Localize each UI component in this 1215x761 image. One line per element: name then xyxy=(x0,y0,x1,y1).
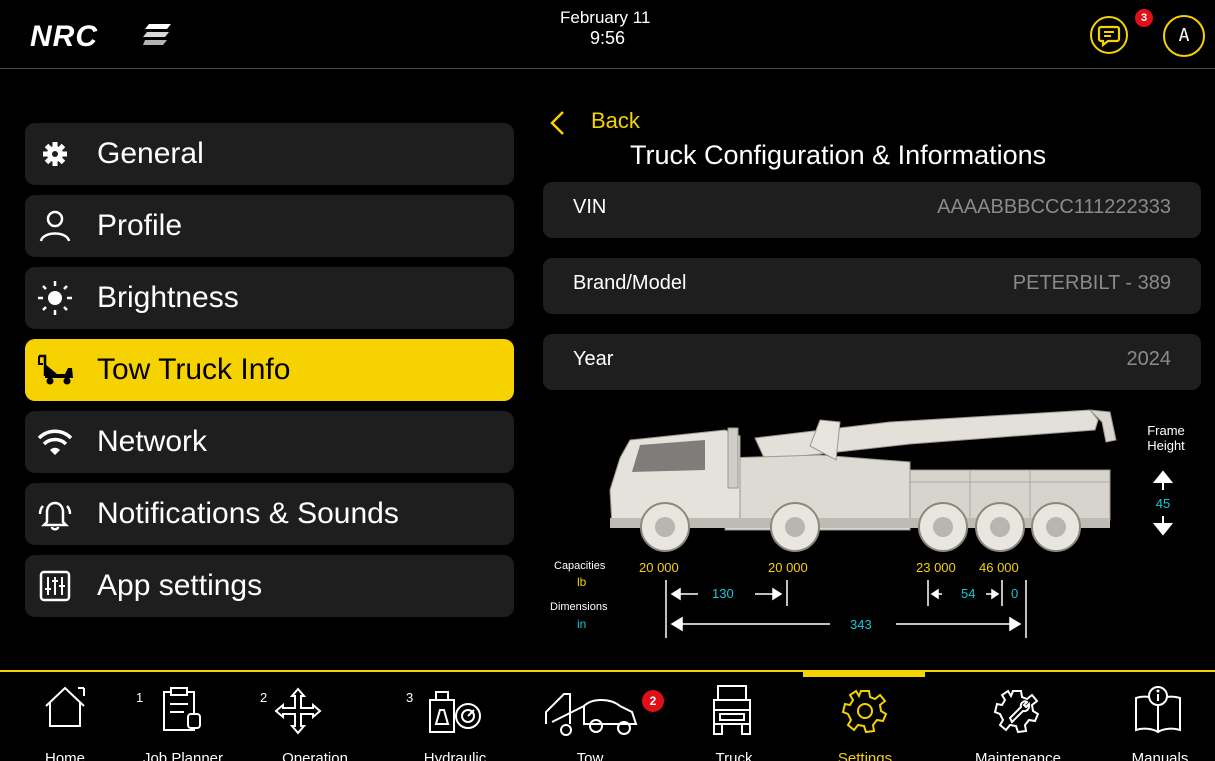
capacity-total: 46 000 xyxy=(979,560,1019,575)
year-field[interactable]: Year 2024 xyxy=(543,334,1201,390)
date-text: February 11 xyxy=(560,8,651,27)
menu-item-tow-truck-info[interactable]: Tow Truck Info xyxy=(25,339,514,401)
frame-height-value: 45 xyxy=(1155,496,1171,511)
sliders-icon xyxy=(39,570,71,602)
tow-truck-icon xyxy=(38,354,73,385)
nav-label: Tow xyxy=(576,750,604,761)
menu-item-label: Network xyxy=(97,425,208,458)
wifi-icon xyxy=(37,429,73,455)
nav-label: Operation xyxy=(282,750,348,761)
nav-hydraulic[interactable]: 3 Hydraulic xyxy=(400,672,510,761)
field-key: Brand/Model xyxy=(573,272,687,295)
nav-label: Settings xyxy=(837,750,893,761)
nav-operation[interactable]: 2 Operation xyxy=(255,672,375,761)
clock: February 11 9:56 xyxy=(560,8,670,48)
chevron-left-icon xyxy=(550,111,564,135)
logo-mark-icon xyxy=(143,24,171,45)
nav-label: Truck xyxy=(715,750,753,761)
messages-button[interactable] xyxy=(1090,16,1128,54)
capacity-front: 20 000 xyxy=(639,560,679,575)
manual-book-icon xyxy=(1135,686,1181,734)
nav-label: Hydraulic xyxy=(423,750,487,761)
chat-icon xyxy=(1097,25,1121,48)
messages-badge: 3 xyxy=(1135,9,1153,27)
nav-number: 1 xyxy=(136,690,144,705)
page-title: Truck Configuration & Informations xyxy=(630,140,1047,170)
menu-item-label: Notifications & Sounds xyxy=(97,497,399,530)
dimension-total: 343 xyxy=(850,617,872,632)
truck-icon xyxy=(713,685,751,735)
menu-item-label: App settings xyxy=(97,569,263,602)
nav-truck[interactable]: Truck xyxy=(694,672,774,761)
brand-model-field[interactable]: Brand/Model PETERBILT - 389 xyxy=(543,258,1201,314)
field-key: VIN xyxy=(573,196,607,219)
nav-label: Manuals xyxy=(1131,750,1189,761)
settings-gear-icon xyxy=(841,689,888,734)
time-text: 9:56 xyxy=(590,28,626,48)
nav-tow[interactable]: Tow xyxy=(540,672,640,761)
sun-icon xyxy=(38,281,72,315)
nav-label: Maintenance xyxy=(975,750,1061,761)
tow-badge: 2 xyxy=(642,690,664,712)
menu-item-network[interactable]: Network xyxy=(25,411,514,473)
move-arrows-icon xyxy=(274,687,322,735)
field-value: 2024 xyxy=(1126,348,1172,371)
user-icon xyxy=(39,210,71,242)
top-bar: NRC February 11 9:56 3 A xyxy=(0,0,1215,69)
tow-car-icon xyxy=(545,693,638,736)
dimension-wheelbase: 130 xyxy=(712,586,734,601)
maintenance-gear-icon xyxy=(993,689,1040,734)
gear-icon xyxy=(43,142,67,166)
capacity-rear: 20 000 xyxy=(768,560,808,575)
capacity-tag: 23 000 xyxy=(916,560,956,575)
bottom-nav: Home 1 Job Planner 2 Operation 3 Hydraul… xyxy=(0,670,1215,761)
nav-manuals[interactable]: Manuals xyxy=(1120,672,1200,761)
hydraulic-gauge-icon xyxy=(429,691,481,733)
field-key: Year xyxy=(573,348,614,371)
menu-item-profile[interactable]: Profile xyxy=(25,195,514,257)
capacities-unit: lb xyxy=(577,575,587,589)
bell-icon xyxy=(38,501,72,531)
back-label: Back xyxy=(591,108,640,133)
nav-home[interactable]: Home xyxy=(30,672,100,761)
active-tab-indicator xyxy=(803,672,925,677)
menu-item-app-settings[interactable]: App settings xyxy=(25,555,514,617)
capacities-label: Capacities xyxy=(554,560,606,572)
nav-settings[interactable]: Settings xyxy=(820,672,910,761)
dimension-axle-2: 0 xyxy=(1011,586,1019,601)
vin-field[interactable]: VIN AAAABBBCCC111222333 xyxy=(543,182,1201,238)
field-value: AAAABBBCCC111222333 xyxy=(937,196,1171,219)
nav-number: 2 xyxy=(260,690,268,705)
menu-item-label: Profile xyxy=(97,209,183,242)
avatar[interactable]: A xyxy=(1163,15,1205,57)
frame-height-label: Frame Height xyxy=(1147,423,1185,453)
dimensions-label: Dimensions xyxy=(550,601,608,613)
nav-job-planner[interactable]: 1 Job Planner xyxy=(128,672,238,761)
nav-label: Home xyxy=(44,750,85,761)
nav-label: Job Planner xyxy=(142,750,224,761)
dimensions-unit: in xyxy=(577,617,587,631)
field-value: PETERBILT - 389 xyxy=(1012,272,1171,295)
menu-item-label: Brightness xyxy=(97,281,239,314)
clipboard-icon xyxy=(163,687,201,731)
nav-number: 3 xyxy=(406,690,414,705)
home-icon xyxy=(45,686,85,727)
nrc-logo: NRC xyxy=(30,20,98,53)
menu-item-brightness[interactable]: Brightness xyxy=(25,267,514,329)
menu-item-label: General xyxy=(97,137,204,170)
dimension-axle-1: 54 xyxy=(961,586,976,601)
menu-item-label: Tow Truck Info xyxy=(97,353,291,386)
nav-maintenance[interactable]: Maintenance xyxy=(962,672,1074,761)
menu-item-general[interactable]: General xyxy=(25,123,514,185)
menu-item-notifications[interactable]: Notifications & Sounds xyxy=(25,483,514,545)
tow-truck-diagram xyxy=(609,409,1117,552)
